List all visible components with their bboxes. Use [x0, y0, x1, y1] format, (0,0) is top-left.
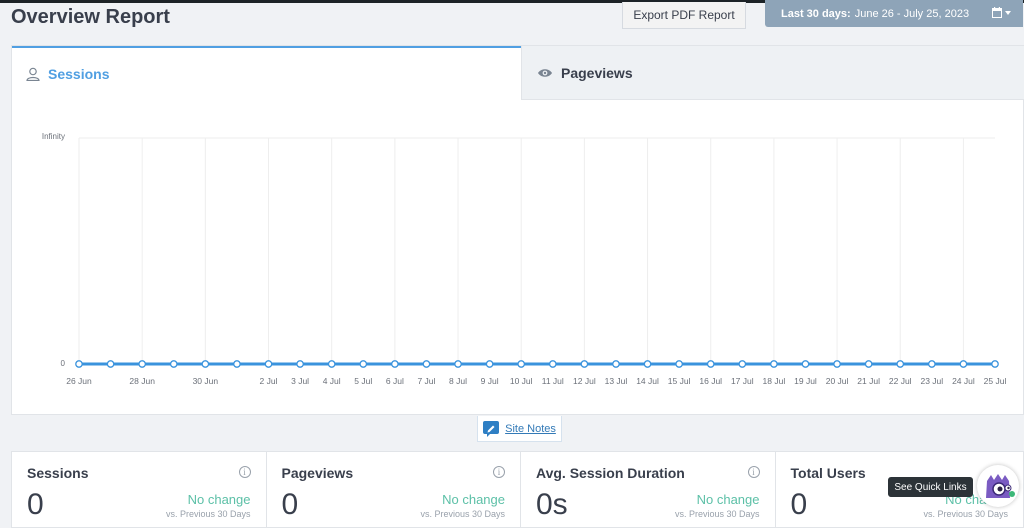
quick-links-tooltip: See Quick Links: [888, 477, 973, 497]
card-sessions: Sessions i 0 No change vs. Previous 30 D…: [12, 452, 267, 528]
data-point[interactable]: [801, 360, 810, 368]
data-point[interactable]: [706, 360, 715, 368]
data-point[interactable]: [391, 360, 399, 368]
data-point[interactable]: [864, 360, 873, 368]
data-point[interactable]: [643, 360, 652, 368]
card-change: No change: [442, 492, 505, 507]
date-range-button[interactable]: Last 30 days: June 26 - July 25, 2023: [765, 0, 1023, 27]
quick-links-mascot-button[interactable]: [977, 465, 1019, 507]
date-range-label: Last 30 days:: [781, 7, 851, 20]
x-tick-label: 28 Jun: [129, 376, 155, 386]
data-point[interactable]: [233, 360, 241, 368]
card-compare: vs. Previous 30 Days: [420, 509, 505, 519]
x-tick-label: 14 Jul: [636, 376, 659, 386]
x-tick-label: 16 Jul: [699, 376, 722, 386]
x-tick-label: 30 Jun: [193, 376, 219, 386]
x-tick-label: 26 Jun: [66, 376, 92, 386]
card-compare: vs. Previous 30 Days: [923, 509, 1009, 519]
y-tick-label: Infinity: [42, 132, 65, 141]
calendar-icon: [992, 7, 1011, 18]
x-tick-label: 21 Jul: [857, 376, 880, 386]
x-tick-label: 15 Jul: [668, 376, 691, 386]
x-tick-label: 17 Jul: [731, 376, 754, 386]
x-tick-label: 7 Jul: [417, 376, 435, 386]
card-compare: vs. Previous 30 Days: [674, 509, 760, 519]
x-tick-label: 2 Jul: [260, 376, 278, 386]
card-value: 0: [281, 488, 299, 521]
data-point[interactable]: [927, 360, 936, 368]
info-icon[interactable]: i: [747, 466, 760, 478]
x-tick-label: 25 Jul: [984, 376, 1007, 386]
data-point[interactable]: [422, 360, 431, 368]
data-point[interactable]: [359, 360, 368, 368]
data-point[interactable]: [296, 360, 304, 368]
y-tick-label: 0: [61, 359, 66, 368]
data-point[interactable]: [612, 360, 620, 368]
data-point[interactable]: [959, 360, 968, 368]
data-point[interactable]: [548, 360, 557, 368]
data-point[interactable]: [75, 360, 83, 368]
data-point[interactable]: [106, 360, 115, 368]
x-tick-label: 22 Jul: [889, 376, 912, 386]
site-notes-button[interactable]: Site Notes: [477, 416, 562, 442]
x-tick-label: 6 Jul: [386, 376, 404, 386]
overview-chart-panel: Sessions Pageviews Infinity 0 26 Jun 28 J…: [11, 45, 1024, 415]
data-point[interactable]: [454, 360, 462, 368]
card-title: Avg. Session Duration: [536, 465, 685, 481]
chevron-down-icon: [1005, 10, 1011, 15]
data-point[interactable]: [517, 360, 526, 368]
data-point[interactable]: [738, 360, 747, 368]
sessions-line-chart: Infinity 0 26 Jun 28 Jun 30 Jun 2 Jul 3 Jul 4…: [42, 132, 1007, 386]
data-point[interactable]: [327, 360, 336, 368]
card-compare: vs. Previous 30 Days: [165, 509, 251, 519]
card-value: 0: [790, 488, 808, 521]
data-point[interactable]: [675, 360, 683, 368]
data-point[interactable]: [201, 360, 210, 368]
x-tick-label: 5 Jul: [354, 376, 372, 386]
data-point[interactable]: [169, 360, 178, 368]
card-change: No change: [187, 492, 251, 507]
data-point[interactable]: [833, 360, 841, 368]
x-tick-label: 13 Jul: [605, 376, 628, 386]
info-icon[interactable]: i: [493, 466, 505, 478]
site-notes-label: Site Notes: [505, 422, 556, 435]
x-tick-label: 10 Jul: [510, 376, 533, 386]
data-point[interactable]: [138, 360, 147, 368]
x-tick-label: 11 Jul: [542, 376, 564, 386]
card-avg-session-duration: Avg. Session Duration i 0s No change vs.…: [521, 452, 776, 528]
x-tick-label: 9 Jul: [481, 376, 499, 386]
card-title: Pageviews: [281, 465, 354, 481]
export-pdf-button[interactable]: Export PDF Report: [622, 2, 746, 29]
data-point[interactable]: [991, 360, 999, 368]
card-value: 0: [27, 488, 44, 521]
x-tick-label: 20 Jul: [826, 376, 849, 386]
x-tick-label: 8 Jul: [449, 376, 467, 386]
overview-summary-cards: Sessions i 0 No change vs. Previous 30 D…: [11, 451, 1024, 528]
x-tick-label: 12 Jul: [573, 376, 596, 386]
date-range-value: June 26 - July 25, 2023: [854, 7, 970, 20]
card-change: No change: [696, 492, 760, 507]
data-point[interactable]: [485, 360, 494, 368]
data-point[interactable]: [770, 360, 778, 368]
card-value: 0s: [536, 488, 568, 521]
data-point[interactable]: [896, 360, 905, 368]
x-tick-label: 24 Jul: [952, 376, 975, 386]
mascot-icon: [986, 474, 1015, 498]
x-tick-label: 4 Jul: [323, 376, 341, 386]
x-tick-label: 19 Jul: [794, 376, 817, 386]
x-tick-label: 3 Jul: [291, 376, 309, 386]
info-icon[interactable]: i: [238, 466, 251, 478]
card-title: Sessions: [27, 465, 89, 481]
data-point[interactable]: [580, 360, 589, 368]
card-title: Total Users: [790, 465, 866, 481]
data-point[interactable]: [264, 360, 273, 368]
page-title: Overview Report: [11, 6, 170, 28]
x-tick-label: 18 Jul: [763, 376, 786, 386]
x-tick-label: 23 Jul: [920, 376, 943, 386]
card-pageviews: Pageviews i 0 No change vs. Previous 30 …: [267, 452, 521, 528]
pencil-icon: [483, 420, 500, 437]
